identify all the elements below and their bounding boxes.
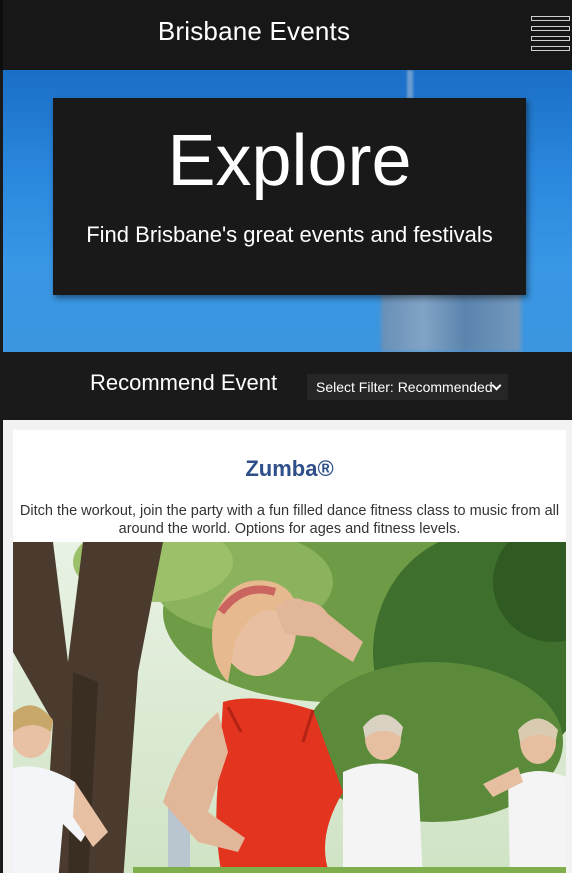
site-title[interactable]: Brisbane Events bbox=[3, 16, 505, 47]
hamburger-menu-icon bbox=[531, 16, 570, 21]
page: Brisbane Events Explore Find Brisbane's … bbox=[0, 0, 572, 873]
hamburger-line bbox=[531, 36, 570, 41]
hero-heading: Explore bbox=[167, 121, 412, 201]
event-card[interactable]: Zumba® Ditch the workout, join the party… bbox=[13, 430, 566, 873]
hamburger-line bbox=[531, 26, 570, 31]
chevron-down-icon bbox=[491, 380, 502, 391]
hamburger-line bbox=[531, 46, 570, 51]
hamburger-menu-button[interactable] bbox=[531, 16, 570, 52]
filter-select[interactable]: Select Filter: Recommended bbox=[307, 374, 508, 400]
filter-bar: Recommend Event Select Filter: Recommend… bbox=[0, 352, 572, 420]
filter-select-value: Select Filter: Recommended bbox=[316, 379, 493, 395]
hero-subtitle: Find Brisbane's great events and festiva… bbox=[86, 222, 493, 247]
background-mast bbox=[407, 70, 413, 100]
event-title[interactable]: Zumba® bbox=[13, 456, 566, 482]
top-navbar: Brisbane Events bbox=[0, 0, 572, 70]
event-description: Ditch the workout, join the party with a… bbox=[19, 503, 560, 537]
hero-card: Explore Find Brisbane's great events and… bbox=[53, 98, 526, 295]
dance-class-photo bbox=[13, 542, 566, 873]
events-list: Zumba® Ditch the workout, join the party… bbox=[3, 420, 572, 873]
section-heading: Recommend Event bbox=[90, 370, 278, 395]
event-image bbox=[13, 542, 566, 873]
hero-banner: Explore Find Brisbane's great events and… bbox=[3, 70, 572, 352]
